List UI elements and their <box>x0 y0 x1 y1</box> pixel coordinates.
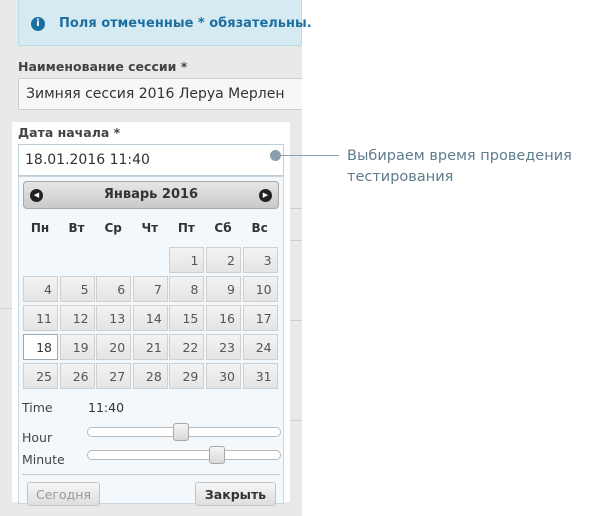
day-cell[interactable]: 24 <box>242 334 278 360</box>
day-cell[interactable]: 19 <box>59 334 95 360</box>
day-cell[interactable]: 20 <box>96 334 132 360</box>
datepicker-divider <box>22 474 280 475</box>
day-cell[interactable]: 3 <box>242 247 278 273</box>
day-cell[interactable]: 13 <box>96 305 132 331</box>
callout-line <box>281 155 339 156</box>
weekday-label: Вс <box>251 221 268 235</box>
notice-text: Поля отмеченные * обязательны. <box>59 16 312 31</box>
day-cell[interactable]: 31 <box>242 363 278 389</box>
day-cell[interactable]: 15 <box>169 305 205 331</box>
weekday-label: Пн <box>30 221 50 235</box>
hour-slider-handle[interactable] <box>173 423 190 441</box>
day-cell[interactable]: 2 <box>206 247 241 273</box>
weekday-label: Пт <box>177 221 195 235</box>
day-cell[interactable]: 28 <box>132 363 168 389</box>
day-cell[interactable]: 9 <box>206 276 241 302</box>
callout-dot <box>270 150 281 161</box>
weekday-label: Сб <box>214 221 232 235</box>
annotation-text: Выбираем время проведения тестирования <box>347 148 572 185</box>
datepicker: ◀ Январь 2016 ▶ Пн Вт Ср Чт Пт Сб Вс 123456789… <box>18 176 284 506</box>
start-date-label: Дата начала * <box>18 125 121 140</box>
day-cell[interactable]: 14 <box>132 305 168 331</box>
day-cell[interactable]: 6 <box>96 276 132 302</box>
day-cell[interactable]: 27 <box>96 363 132 389</box>
day-cell[interactable]: 7 <box>132 276 168 302</box>
day-cell[interactable]: 1 <box>169 247 205 273</box>
minute-slider[interactable] <box>87 446 281 464</box>
weekday-label: Ср <box>104 221 122 235</box>
session-name-label: Наименование сессии * <box>18 59 188 74</box>
minute-slider-handle[interactable] <box>208 446 225 464</box>
day-cell[interactable]: 26 <box>59 363 95 389</box>
close-button[interactable]: Закрыть <box>195 482 276 506</box>
start-date-input[interactable]: 18.01.2016 11:40 <box>18 144 284 176</box>
datepicker-header: ◀ Январь 2016 ▶ <box>23 181 279 209</box>
required-fields-notice: i Поля отмеченные * обязательны. <box>18 0 312 46</box>
hour-label: Hour <box>22 430 53 445</box>
day-cell[interactable]: 11 <box>23 305 58 331</box>
day-cell[interactable]: 21 <box>132 334 168 360</box>
day-cell[interactable]: 5 <box>59 276 95 302</box>
info-icon: i <box>31 17 45 31</box>
minute-label: Minute <box>22 452 65 467</box>
day-cell[interactable]: 22 <box>169 334 205 360</box>
day-cell[interactable]: 29 <box>169 363 205 389</box>
session-name-input[interactable]: Зимняя сессия 2016 Леруа Мерлен <box>18 78 302 110</box>
day-cell[interactable]: 23 <box>206 334 241 360</box>
day-cell[interactable]: 25 <box>23 363 58 389</box>
next-month-icon[interactable]: ▶ <box>259 189 272 202</box>
month-title: Январь 2016 <box>103 187 199 202</box>
day-cell[interactable]: 30 <box>206 363 241 389</box>
weekday-label: Вт <box>68 221 85 235</box>
day-cell[interactable]: 4 <box>23 276 58 302</box>
time-label: Time <box>22 400 53 415</box>
time-value: 11:40 <box>88 400 125 415</box>
weekday-label: Чт <box>141 221 159 235</box>
day-cell[interactable]: 17 <box>242 305 278 331</box>
day-cell[interactable]: 12 <box>59 305 95 331</box>
hour-slider[interactable] <box>87 423 281 441</box>
day-cell[interactable]: 10 <box>242 276 278 302</box>
today-button[interactable]: Сегодня <box>27 482 100 506</box>
day-cell[interactable]: 8 <box>169 276 205 302</box>
day-cell[interactable]: 18 <box>23 334 58 360</box>
day-cell[interactable]: 16 <box>206 305 241 331</box>
